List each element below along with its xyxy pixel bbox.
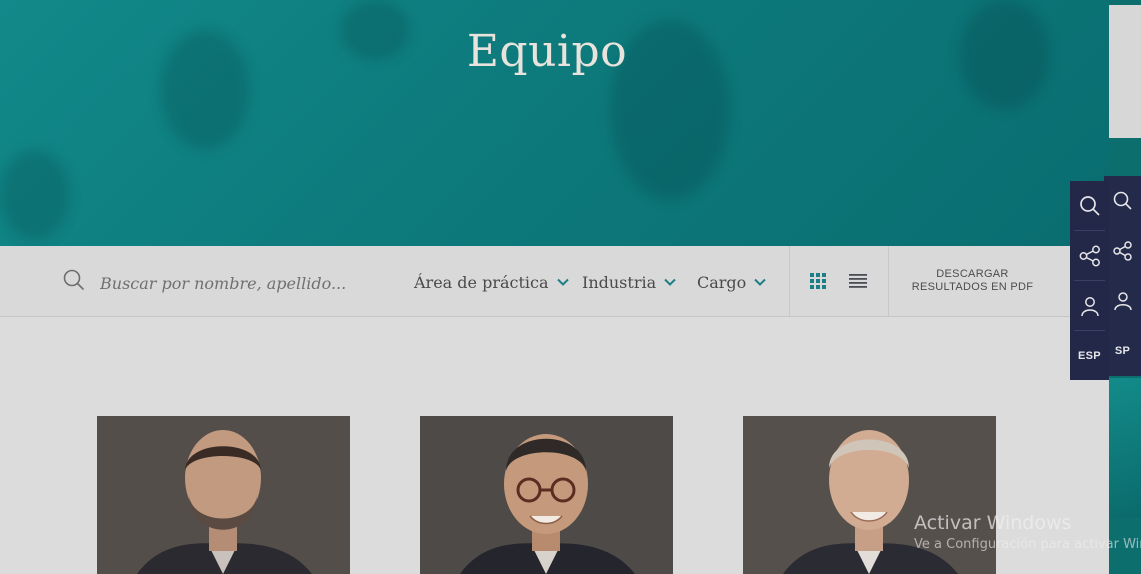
page-title: Equipo	[466, 26, 628, 77]
grid-icon[interactable]	[809, 272, 827, 290]
role-dropdown[interactable]: Cargo	[697, 270, 767, 294]
filter-bar: Área de práctica Industria Cargo DESCARG…	[0, 246, 1109, 317]
search-input[interactable]	[98, 270, 392, 296]
industry-label: Industria	[582, 272, 657, 292]
industry-dropdown[interactable]: Industria	[582, 270, 676, 294]
download-pdf-button[interactable]: DESCARGAR RESULTADOS EN PDF	[900, 268, 1045, 294]
search-icon	[1113, 191, 1132, 210]
download-pdf-line2: RESULTADOS EN PDF	[911, 281, 1034, 293]
side-panel-ghost: SP	[1104, 176, 1141, 376]
language-label-partial: SP	[1114, 344, 1131, 357]
team-member-card[interactable]	[97, 416, 350, 574]
divider	[789, 246, 790, 316]
side-panel: ESP	[1070, 181, 1109, 380]
practice-area-label: Área de práctica	[414, 272, 549, 292]
language-label: ESP	[1078, 349, 1101, 362]
search-icon[interactable]	[62, 268, 86, 292]
download-pdf-line1: DESCARGAR	[936, 268, 1009, 280]
chevron-down-icon	[754, 278, 767, 286]
practice-area-dropdown[interactable]: Área de práctica	[414, 270, 569, 294]
people-icon	[1113, 291, 1132, 310]
language-button[interactable]: ESP	[1070, 331, 1109, 380]
share-icon	[1079, 245, 1100, 266]
role-label: Cargo	[697, 272, 747, 292]
team-member-card[interactable]	[420, 416, 673, 574]
search-icon	[1079, 195, 1100, 216]
people-button[interactable]	[1104, 276, 1141, 325]
divider	[888, 246, 889, 316]
people-button[interactable]	[1070, 281, 1109, 330]
search-button[interactable]	[1070, 181, 1109, 230]
hero-banner: Equipo	[0, 0, 1109, 246]
share-button[interactable]	[1070, 231, 1109, 280]
chevron-down-icon	[664, 278, 676, 286]
chevron-down-icon	[556, 278, 569, 286]
windows-activation-title: Activar Windows	[914, 512, 1072, 534]
search-button[interactable]	[1104, 176, 1141, 225]
language-button-partial[interactable]: SP	[1104, 326, 1141, 375]
team-member-photo	[420, 416, 673, 574]
share-button[interactable]	[1104, 226, 1141, 275]
people-icon	[1080, 296, 1099, 316]
team-member-photo	[97, 416, 350, 574]
list-icon[interactable]	[849, 272, 867, 290]
share-icon	[1112, 240, 1132, 261]
windows-activation-subtitle: Ve a Configuración para activar Windows.	[914, 537, 1141, 552]
